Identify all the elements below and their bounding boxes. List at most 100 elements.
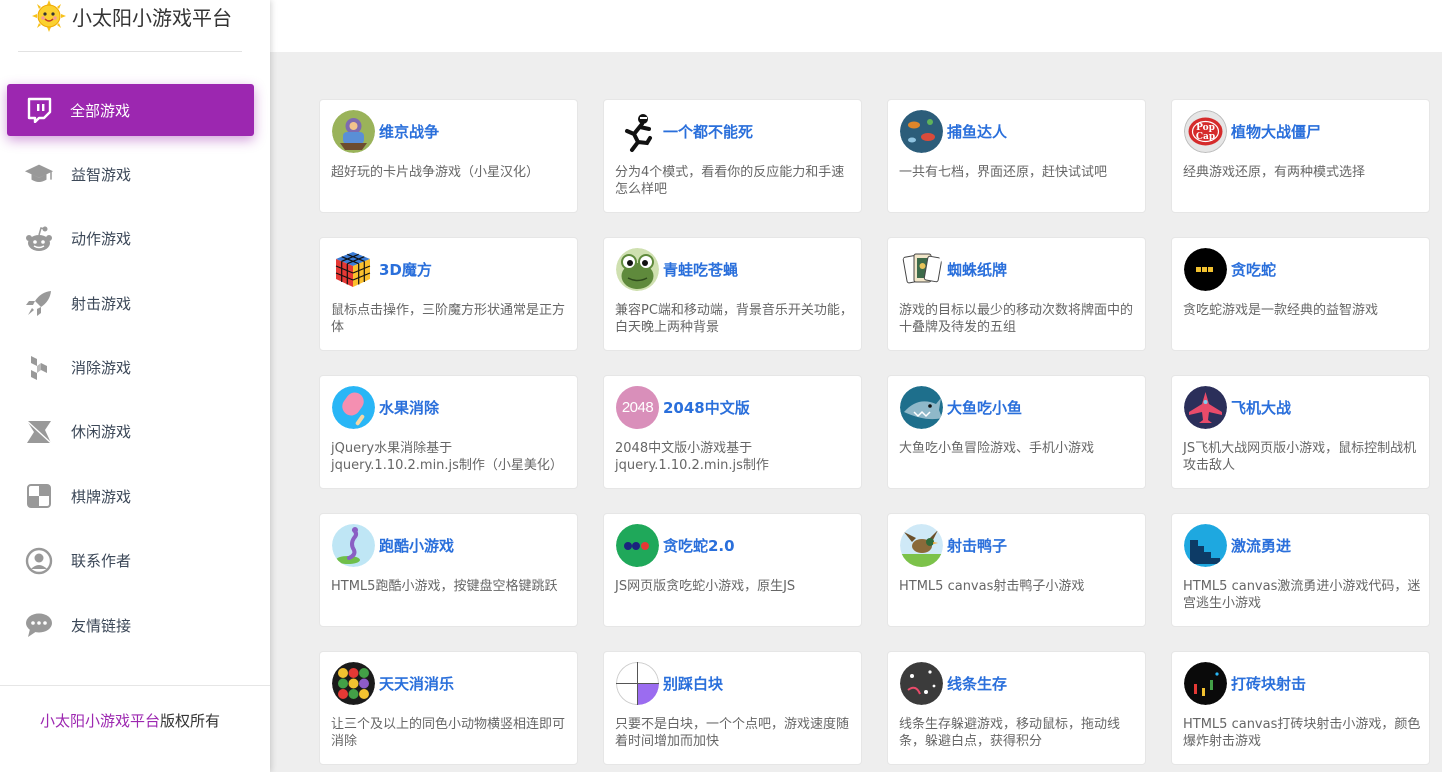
frog-icon [616,248,659,291]
game-desc: 大鱼吃小鱼冒险游戏、手机小游戏 [899,441,1095,456]
game-desc: 只要不是白块，一个个点吧，游戏速度随着时间增加而加快 [615,717,850,749]
hubspot-icon [24,353,54,383]
game-desc: 兼容PC端和移动端，背景音乐开关功能，白天晚上两种背景 [615,303,853,335]
game-title[interactable]: 捕鱼达人 [947,121,1007,142]
sidebar-item-chess[interactable]: 棋牌游戏 [0,470,270,522]
animals-icon [332,662,375,705]
sidebar-item-label: 益智游戏 [71,165,132,184]
game-title[interactable]: 贪吃蛇 [1231,259,1276,280]
game-title[interactable]: 激流勇进 [1231,535,1291,556]
game-card[interactable]: 打砖块射击 HTML5 canvas打砖块射击小游戏，颜色爆炸射击游戏 [1171,651,1430,765]
game-desc: HTML5 canvas激流勇进小游戏代码，迷宫逃生小游戏 [1183,579,1421,611]
sidebar-item-puzzle[interactable]: 益智游戏 [0,148,270,200]
game-title[interactable]: 2048中文版 [663,397,750,418]
sidebar: 小太阳小游戏平台 全部游戏 益智游戏 动作游戏 射击游戏 消除游戏 休闲游戏 棋… [0,0,270,772]
game-desc: 贪吃蛇游戏是一款经典的益智游戏 [1183,303,1379,318]
viking-war-icon [332,110,375,153]
game-card[interactable]: 跑酷小游戏 HTML5跑酷小游戏，按键盘空格键跳跃 [319,513,578,627]
game-title[interactable]: 青蛙吃苍蝇 [663,259,738,280]
game-title[interactable]: 打砖块射击 [1231,673,1306,694]
top-bar [270,0,1442,52]
sidebar-item-links[interactable]: 友情链接 [0,599,270,651]
game-title[interactable]: 别踩白块 [663,673,723,694]
rocket-icon [24,288,54,318]
copyright-suffix: 版权所有 [160,712,221,730]
sidebar-item-all-games[interactable]: 全部游戏 [7,84,254,136]
game-card[interactable]: Pop Cap 植物大战僵尸 经典游戏还原，有两种模式选择 [1171,99,1430,213]
fighter-plane-icon [1184,386,1227,429]
sidebar-item-contact[interactable]: 联系作者 [0,535,270,587]
sidebar-footer: 小太阳小游戏平台版权所有 [0,685,270,772]
game-desc: 游戏的目标以最少的移动次数将牌面中的十叠牌及待发的五组 [899,303,1134,335]
game-card[interactable]: 大鱼吃小鱼 大鱼吃小鱼冒险游戏、手机小游戏 [887,375,1146,489]
brick-shooter-icon [1184,662,1227,705]
game-card[interactable]: 捕鱼达人 一共有七档，界面还原，赶快试试吧 [887,99,1146,213]
game-title[interactable]: 贪吃蛇2.0 [663,535,735,556]
game-card[interactable]: 2048 2048中文版 2048中文版小游戏基于jquery.1.10.2.m… [603,375,862,489]
chessboard-icon [24,481,54,511]
game-desc: 经典游戏还原，有两种模式选择 [1183,165,1366,180]
brand-title: 小太阳小游戏平台 [72,6,232,30]
snake-dots-icon [616,524,659,567]
game-card[interactable]: 蜘蛛纸牌 游戏的目标以最少的移动次数将牌面中的十叠牌及待发的五组 [887,237,1146,351]
brand[interactable]: 小太阳小游戏平台 [18,0,242,52]
sidebar-item-label: 射击游戏 [71,294,132,313]
copyright-link[interactable]: 小太阳小游戏平台 [40,712,160,730]
game-card[interactable]: 一个都不能死 分为4个模式，看看你的反应能力和手速怎么样吧 [603,99,862,213]
game-card[interactable]: 天天消消乐 让三个及以上的同色小动物横竖相连即可消除 [319,651,578,765]
game-desc: 超好玩的卡片战争游戏（小星汉化） [331,165,540,180]
game-desc: JS网页版贪吃蛇小游戏，原生JS [615,579,796,594]
game-card[interactable]: 贪吃蛇2.0 JS网页版贪吃蛇小游戏，原生JS [603,513,862,627]
twitch-icon [24,95,54,125]
sidebar-item-label: 休闲游戏 [71,423,132,442]
running-man-icon [616,110,659,153]
game-title[interactable]: 一个都不能死 [663,121,753,142]
game-title[interactable]: 飞机大战 [1231,397,1291,418]
sidebar-item-action[interactable]: 动作游戏 [0,213,270,265]
reddit-icon [24,224,54,254]
sidebar-item-label: 全部游戏 [70,101,131,120]
game-card[interactable]: 别踩白块 只要不是白块，一个个点吧，游戏速度随着时间增加而加快 [603,651,862,765]
game-desc: 一共有七档，界面还原，赶快试试吧 [899,165,1108,180]
fishing-icon [900,110,943,153]
popsicle-icon [332,386,375,429]
game-title[interactable]: 大鱼吃小鱼 [947,397,1022,418]
game-title[interactable]: 射击鸭子 [947,535,1007,556]
game-card[interactable]: 飞机大战 JS飞机大战网页版小游戏，鼠标控制战机攻击敌人 [1171,375,1430,489]
game-card[interactable]: 青蛙吃苍蝇 兼容PC端和移动端，背景音乐开关功能，白天晚上两种背景 [603,237,862,351]
game-title[interactable]: 植物大战僵尸 [1231,121,1321,142]
sidebar-item-shooting[interactable]: 射击游戏 [0,277,270,329]
game-card[interactable]: 维京战争 超好玩的卡片战争游戏（小星汉化） [319,99,578,213]
game-desc: HTML5跑酷小游戏，按键盘空格键跳跃 [331,579,558,594]
duck-icon [900,524,943,567]
stairs-icon [1184,524,1227,567]
copyright: 小太阳小游戏平台版权所有 [40,710,220,731]
sidebar-item-match[interactable]: 消除游戏 [0,342,270,394]
game-title[interactable]: 线条生存 [947,673,1007,694]
game-title[interactable]: 跑酷小游戏 [379,535,454,556]
game-card[interactable]: 射击鸭子 HTML5 canvas射击鸭子小游戏 [887,513,1146,627]
game-card[interactable]: 贪吃蛇 贪吃蛇游戏是一款经典的益智游戏 [1171,237,1430,351]
game-card[interactable]: 线条生存 线条生存躲避游戏，移动鼠标，拖动线条，躲避白点，获得积分 [887,651,1146,765]
game-card[interactable]: 水果消除 jQuery水果消除基于jquery.1.10.2.min.js制作（… [319,375,578,489]
sidebar-item-label: 联系作者 [71,552,132,571]
sidebar-nav: 全部游戏 益智游戏 动作游戏 射击游戏 消除游戏 休闲游戏 棋牌游戏 联系作者 … [0,84,270,664]
line-survive-icon [900,662,943,705]
sidebar-item-label: 友情链接 [71,616,132,635]
game-title[interactable]: 水果消除 [379,397,439,418]
shark-icon [900,386,943,429]
game-card[interactable]: 激流勇进 HTML5 canvas激流勇进小游戏代码，迷宫逃生小游戏 [1171,513,1430,627]
game-desc: 分为4个模式，看看你的反应能力和手速怎么样吧 [615,165,845,197]
game-desc: HTML5 canvas打砖块射击小游戏，颜色爆炸射击游戏 [1183,717,1421,749]
game-title[interactable]: 天天消消乐 [379,673,454,694]
comment-icon [24,610,54,640]
sidebar-item-label: 棋牌游戏 [71,487,132,506]
user-circle-icon [24,546,54,576]
popcap-icon: PopCap [1184,110,1227,153]
game-title[interactable]: 维京战争 [379,121,439,142]
playing-cards-icon [900,248,943,291]
game-title[interactable]: 3D魔方 [379,259,432,280]
game-title[interactable]: 蜘蛛纸牌 [947,259,1007,280]
sidebar-item-casual[interactable]: 休闲游戏 [0,406,270,458]
game-card[interactable]: 3D魔方 鼠标点击操作，三阶魔方形状通常是正方体 [319,237,578,351]
